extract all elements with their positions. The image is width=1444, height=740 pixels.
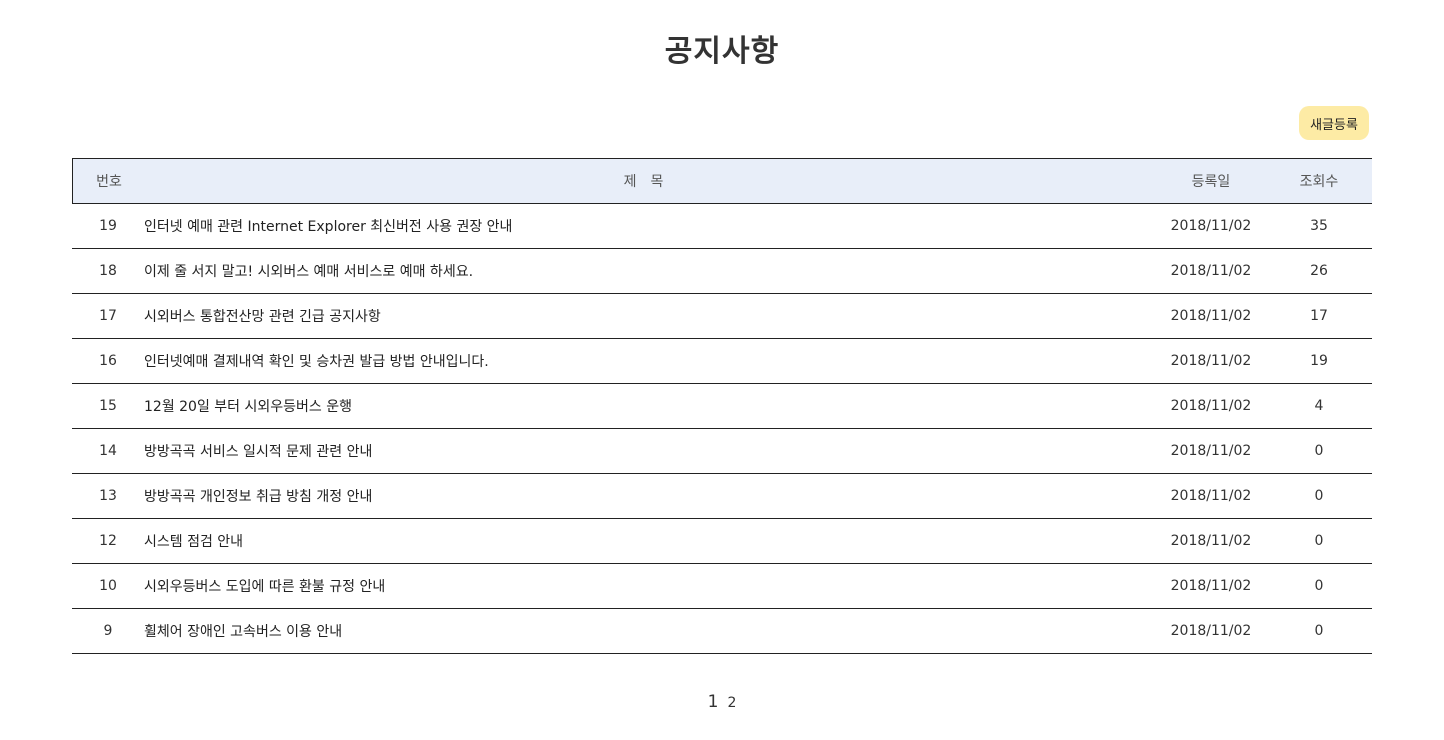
row-number: 19 [99, 218, 117, 234]
row-number: 10 [99, 578, 117, 594]
row-title-link[interactable]: 시외버스 통합전산망 관련 긴급 공지사항 [144, 306, 1156, 326]
notice-table: 번호 제목 등록일 조회수 19 인터넷 예매 관련 Internet Explo… [72, 158, 1372, 654]
row-title-link[interactable]: 인터넷 예매 관련 Internet Explorer 최신버전 사용 권장 안… [144, 216, 1156, 236]
row-views: 17 [1310, 308, 1328, 324]
header-number: 번호 [96, 174, 122, 190]
row-title-link[interactable]: 방방곡곡 개인정보 취급 방침 개정 안내 [144, 486, 1156, 506]
row-title-link[interactable]: 시스템 점검 안내 [144, 531, 1156, 551]
row-views: 0 [1314, 623, 1324, 639]
row-views: 0 [1314, 443, 1324, 459]
row-number: 18 [99, 263, 117, 279]
page-link-1[interactable]: 1 [708, 692, 719, 712]
row-date: 2018/11/02 [1170, 488, 1252, 504]
new-post-button[interactable]: 새글등록 [1299, 106, 1369, 140]
table-row[interactable]: 12 시스템 점검 안내 2018/11/02 0 [72, 519, 1372, 564]
row-number: 14 [99, 443, 117, 459]
page-link-2[interactable]: 2 [728, 695, 737, 711]
row-date: 2018/11/02 [1170, 398, 1252, 414]
header-title: 제목 [623, 174, 678, 190]
table-row[interactable]: 9 휠체어 장애인 고속버스 이용 안내 2018/11/02 0 [72, 609, 1372, 654]
row-title-link[interactable]: 방방곡곡 서비스 일시적 문제 관련 안내 [144, 441, 1156, 461]
table-row[interactable]: 17 시외버스 통합전산망 관련 긴급 공지사항 2018/11/02 17 [72, 294, 1372, 339]
row-number: 9 [103, 623, 113, 639]
header-date: 등록일 [1191, 174, 1231, 190]
row-date: 2018/11/02 [1170, 623, 1252, 639]
row-title-link[interactable]: 이제 줄 서지 말고! 시외버스 예매 서비스로 예매 하세요. [144, 261, 1156, 281]
row-views: 35 [1310, 218, 1328, 234]
row-number: 12 [99, 533, 117, 549]
row-number: 13 [99, 488, 117, 504]
row-date: 2018/11/02 [1170, 308, 1252, 324]
header-views: 조회수 [1299, 174, 1339, 190]
row-date: 2018/11/02 [1170, 533, 1252, 549]
row-views: 4 [1314, 398, 1324, 414]
row-title-link[interactable]: 인터넷예매 결제내역 확인 및 승차권 발급 방법 안내입니다. [144, 351, 1156, 371]
row-title-link[interactable]: 휠체어 장애인 고속버스 이용 안내 [144, 621, 1156, 641]
table-row[interactable]: 18 이제 줄 서지 말고! 시외버스 예매 서비스로 예매 하세요. 2018/1… [72, 249, 1372, 294]
row-date: 2018/11/02 [1170, 578, 1252, 594]
row-views: 0 [1314, 578, 1324, 594]
row-number: 17 [99, 308, 117, 324]
row-title-link[interactable]: 12월 20일 부터 시외우등버스 운행 [144, 396, 1156, 416]
row-title-link[interactable]: 시외우등버스 도입에 따른 환불 규정 안내 [144, 576, 1156, 596]
row-views: 19 [1310, 353, 1328, 369]
table-header: 번호 제목 등록일 조회수 [72, 158, 1372, 204]
table-row[interactable]: 14 방방곡곡 서비스 일시적 문제 관련 안내 2018/11/02 0 [72, 429, 1372, 474]
table-row[interactable]: 19 인터넷 예매 관련 Internet Explorer 최신버전 사용 권장… [72, 204, 1372, 249]
row-date: 2018/11/02 [1170, 218, 1252, 234]
table-row[interactable]: 15 12월 20일 부터 시외우등버스 운행 2018/11/02 4 [72, 384, 1372, 429]
row-date: 2018/11/02 [1170, 263, 1252, 279]
row-views: 26 [1310, 263, 1328, 279]
row-number: 15 [99, 398, 117, 414]
table-row[interactable]: 16 인터넷예매 결제내역 확인 및 승차권 발급 방법 안내입니다. 2018/1… [72, 339, 1372, 384]
row-views: 0 [1314, 533, 1324, 549]
pagination: 1 2 [0, 692, 1444, 712]
table-row[interactable]: 10 시외우등버스 도입에 따른 환불 규정 안내 2018/11/02 0 [72, 564, 1372, 609]
row-date: 2018/11/02 [1170, 443, 1252, 459]
row-number: 16 [99, 353, 117, 369]
table-row[interactable]: 13 방방곡곡 개인정보 취급 방침 개정 안내 2018/11/02 0 [72, 474, 1372, 519]
page-title: 공지사항 [664, 34, 780, 69]
row-views: 0 [1314, 488, 1324, 504]
row-date: 2018/11/02 [1170, 353, 1252, 369]
